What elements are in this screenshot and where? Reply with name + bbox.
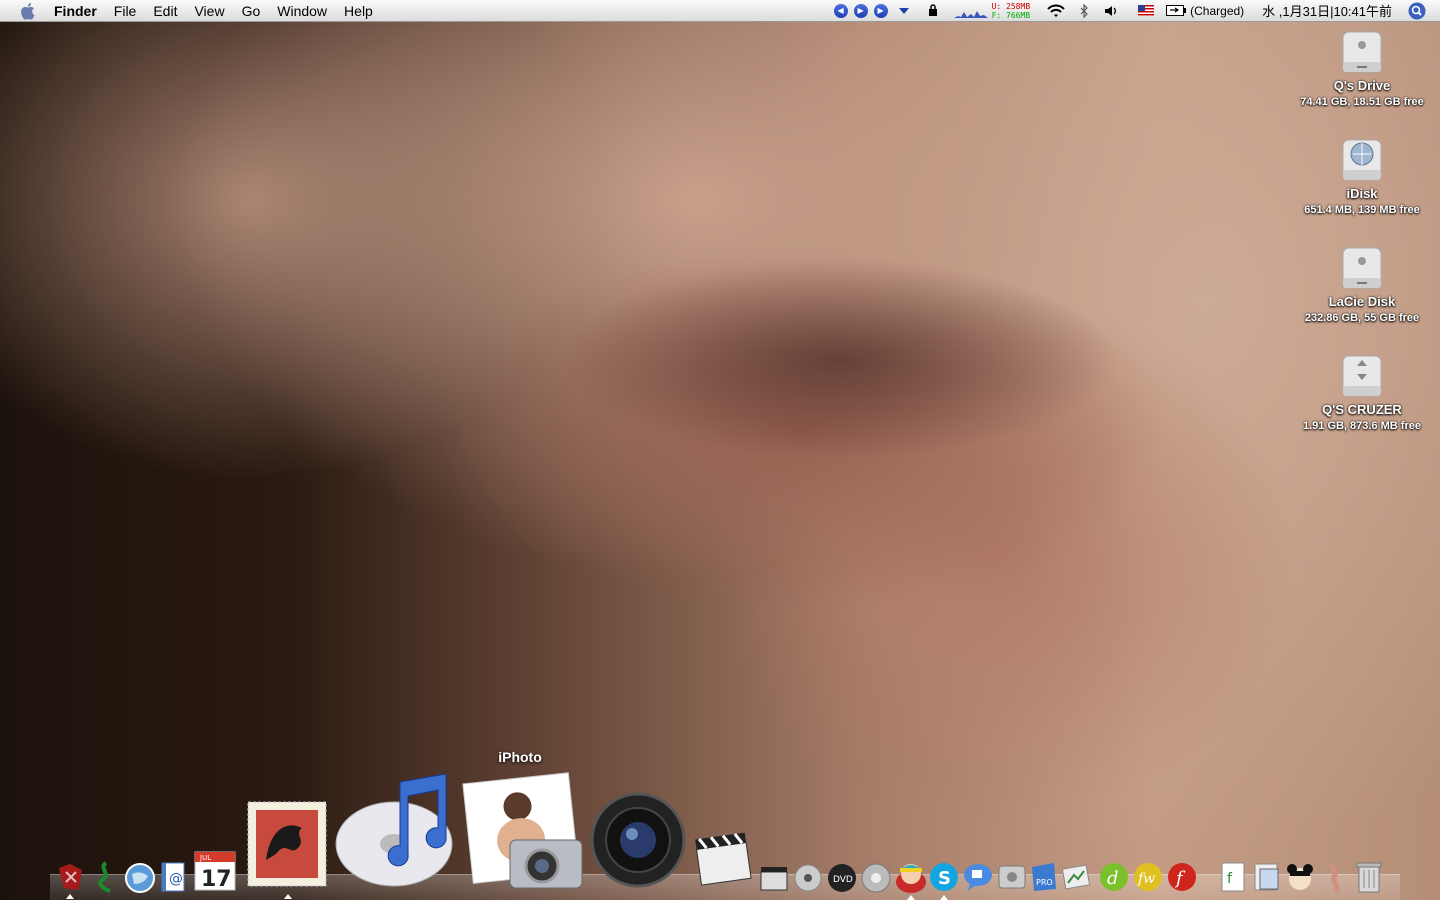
- desktop-drive-cruzer[interactable]: Q'S CRUZER 1.91 GB, 873.6 MB free: [1297, 354, 1427, 434]
- ichat-icon[interactable]: [962, 861, 994, 898]
- svg-text:d: d: [1107, 868, 1119, 889]
- dock: @ JUL 17 DVD S PRO d fw f f: [40, 768, 1400, 900]
- menu-app-name[interactable]: Finder: [54, 0, 97, 22]
- desktop-drive-idisk[interactable]: iDisk 651.4 MB, 139 MB free: [1297, 138, 1427, 218]
- dock-hover-label: iPhoto: [498, 749, 542, 765]
- dock-app-green-dragon-icon[interactable]: [92, 860, 120, 899]
- drive-info: 1.91 GB, 873.6 MB free: [1302, 420, 1421, 432]
- drive-name: Q'S CRUZER: [1322, 402, 1402, 417]
- drive-info: 651.4 MB, 139 MB free: [1304, 204, 1420, 216]
- menu-edit[interactable]: Edit: [153, 0, 177, 22]
- idisk-icon: [1340, 138, 1384, 182]
- lock-icon[interactable]: [928, 4, 938, 17]
- apple-menu-icon[interactable]: [18, 0, 40, 22]
- wifi-icon[interactable]: [1046, 4, 1066, 18]
- menu-view[interactable]: View: [194, 0, 224, 22]
- hard-drive-icon: [1340, 246, 1384, 290]
- drive-name: LaCie Disk: [1328, 294, 1396, 309]
- drive-name: iDisk: [1346, 186, 1378, 201]
- itunes-icon[interactable]: [334, 772, 460, 895]
- menu-help[interactable]: Help: [344, 0, 373, 22]
- mem-used: 258MB: [1006, 1, 1031, 11]
- battery-icon[interactable]: [1166, 5, 1187, 16]
- cartman-icon[interactable]: [894, 860, 928, 899]
- menu-go[interactable]: Go: [242, 0, 261, 22]
- idvd-icon[interactable]: [792, 862, 824, 899]
- wallpaper-shadow: [560, 260, 1120, 460]
- svg-text:PRO: PRO: [1036, 878, 1053, 887]
- mem-used-label: U:: [991, 1, 1002, 11]
- document-stack-icon[interactable]: f: [1218, 861, 1248, 898]
- itunes-play-icon[interactable]: ▶: [853, 3, 868, 18]
- mem-free: 766MB: [1006, 10, 1031, 20]
- desktop-drive-qs-drive[interactable]: Q's Drive 74.41 GB, 18.51 GB free: [1297, 30, 1427, 110]
- cpu-graph-icon[interactable]: [953, 3, 988, 19]
- safari-icon[interactable]: [124, 862, 156, 899]
- ical-month: JUL: [199, 854, 211, 862]
- svg-text:fw: fw: [1137, 871, 1155, 887]
- svg-text:S: S: [938, 868, 951, 889]
- mem-free-label: F:: [991, 10, 1002, 20]
- menu-bar: Finder File Edit View Go Window Help ◀ ▶…: [0, 0, 1440, 22]
- skype-icon[interactable]: S: [928, 861, 960, 898]
- ical-icon[interactable]: JUL 17: [192, 848, 238, 899]
- flash-icon[interactable]: f: [1166, 861, 1198, 898]
- battery-status[interactable]: (Charged): [1190, 4, 1244, 18]
- itunes-prev-icon[interactable]: ◀: [833, 3, 848, 18]
- address-book-icon[interactable]: @: [160, 861, 186, 898]
- menu-extras: ◀ ▶ ▶ U: 258MB F: 766MB (Charged) 水 ,1月3…: [828, 0, 1440, 22]
- dvd-player-icon[interactable]: DVD: [826, 862, 858, 899]
- svg-text:DVD: DVD: [833, 875, 853, 885]
- memory-status[interactable]: U: 258MB F: 766MB: [992, 2, 1031, 20]
- dreamweaver-icon[interactable]: d: [1098, 861, 1130, 898]
- svg-text:@: @: [169, 871, 183, 887]
- figure-icon[interactable]: [1320, 861, 1350, 898]
- desktop-drive-lacie[interactable]: LaCie Disk 232.86 GB, 55 GB free: [1297, 246, 1427, 326]
- ical-day: 17: [201, 867, 232, 892]
- system-preferences-icon[interactable]: [996, 861, 1028, 898]
- mail-stamp-icon[interactable]: [246, 800, 328, 893]
- bluetooth-icon[interactable]: [1078, 3, 1090, 18]
- volume-icon[interactable]: [1104, 4, 1120, 18]
- us-flag-icon[interactable]: [1138, 5, 1155, 16]
- spotlight-icon[interactable]: [1408, 2, 1426, 20]
- hard-drive-icon: [1340, 30, 1384, 74]
- preview-icon[interactable]: [1060, 861, 1092, 898]
- trash-icon[interactable]: [1354, 860, 1384, 899]
- imovie-icon[interactable]: [758, 862, 790, 899]
- downloads-stack-icon[interactable]: [1252, 861, 1282, 898]
- drive-info: 74.41 GB, 18.51 GB free: [1300, 96, 1424, 108]
- menu-clock[interactable]: 水 ,1月31日|10:41午前: [1262, 1, 1392, 20]
- panda-icon[interactable]: [1284, 861, 1316, 898]
- drive-name: Q's Drive: [1333, 78, 1391, 93]
- usb-drive-icon: [1340, 354, 1384, 398]
- chevron-down-icon[interactable]: [898, 7, 910, 15]
- fireworks-icon[interactable]: fw: [1132, 861, 1164, 898]
- menu-window[interactable]: Window: [277, 0, 327, 22]
- disk-utility-icon[interactable]: [860, 862, 892, 899]
- clapperboard-icon[interactable]: [692, 828, 754, 895]
- menu-file[interactable]: File: [114, 0, 137, 22]
- iphoto-icon[interactable]: [462, 770, 586, 895]
- itunes-next-icon[interactable]: ▶: [873, 3, 888, 18]
- drive-info: 232.86 GB, 55 GB free: [1304, 312, 1420, 324]
- pro-app-icon[interactable]: PRO: [1028, 861, 1060, 898]
- aperture-icon[interactable]: [590, 792, 686, 893]
